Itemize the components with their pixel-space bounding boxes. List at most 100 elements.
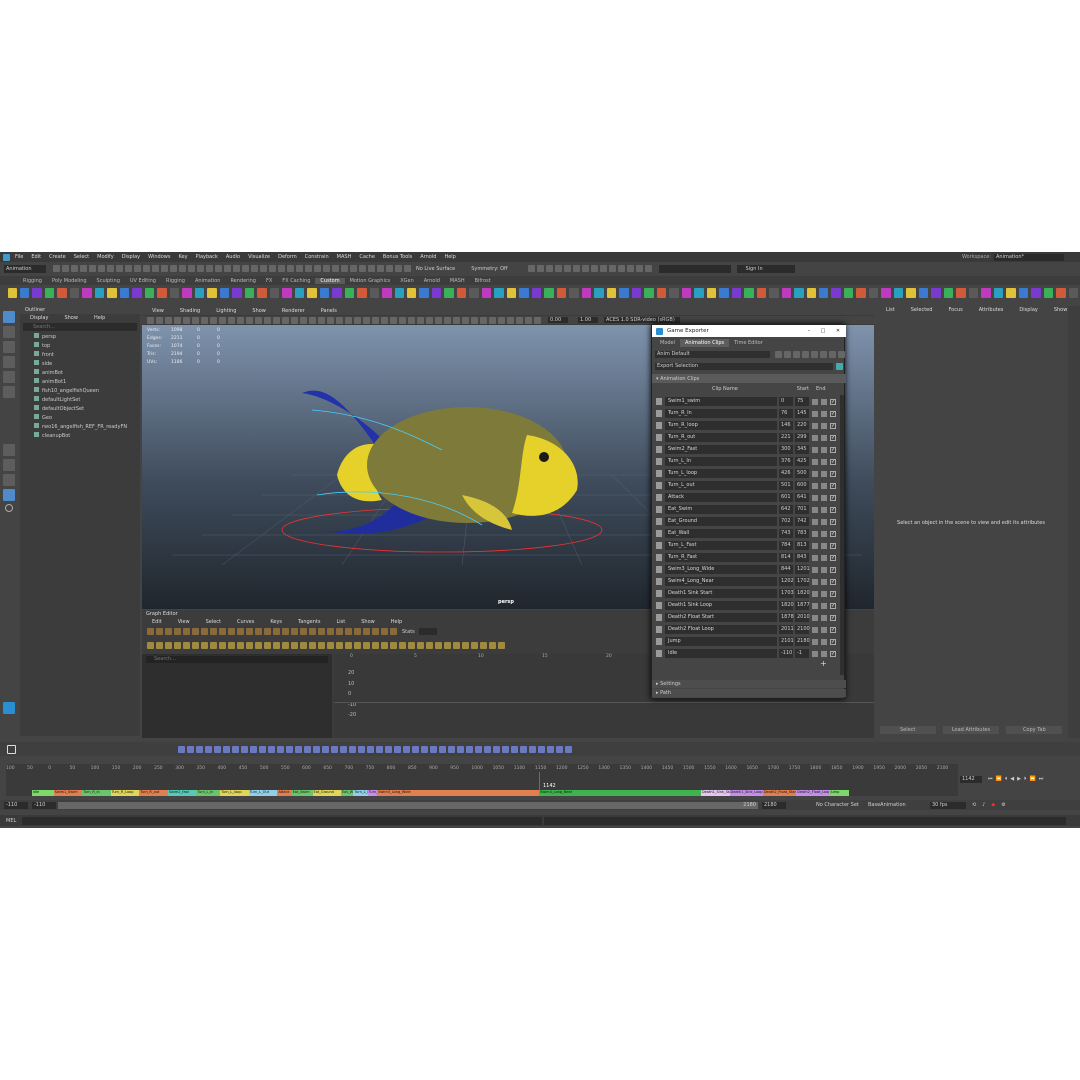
shelf-tab-arnold[interactable]: Arnold <box>419 278 445 284</box>
viewport-tool-icon[interactable] <box>489 316 496 324</box>
tool-icon[interactable] <box>116 265 123 272</box>
clip-delete-icon[interactable] <box>656 506 662 513</box>
shelf-tool-icon[interactable] <box>1068 288 1079 298</box>
viewport-tool-icon[interactable] <box>246 316 253 324</box>
character-set-select[interactable]: No Character Set <box>816 802 860 808</box>
clip-time-icon[interactable] <box>812 650 818 657</box>
shelf-tab-motion-graphics[interactable]: Motion Graphics <box>345 278 396 284</box>
ge-menu-show[interactable]: Show <box>357 618 379 626</box>
shelf-tool-icon[interactable] <box>207 288 217 298</box>
anim-tool-icon[interactable] <box>556 745 563 753</box>
clip-end-field[interactable]: 1702 <box>795 577 810 586</box>
shelf-tool-icon[interactable] <box>843 288 854 298</box>
lasso-tool-icon[interactable] <box>3 326 15 338</box>
menu-bonus-tools[interactable]: Bonus Tools <box>379 254 416 260</box>
shelf-tool-icon[interactable] <box>594 288 604 298</box>
shelf-tool-icon[interactable] <box>818 288 829 298</box>
menu-key[interactable]: Key <box>174 254 191 260</box>
outliner-item[interactable]: defaultObjectSet <box>20 405 140 414</box>
clip-name-field[interactable]: Jump <box>665 637 777 646</box>
shelf-tab-xgen[interactable]: XGen <box>395 278 419 284</box>
anim-tool-icon[interactable] <box>340 745 347 753</box>
clip-name-field[interactable]: Attack <box>665 493 777 502</box>
clip-name-field[interactable]: Turn_R_Fast <box>665 553 777 562</box>
anim-tool-icon[interactable] <box>349 745 356 753</box>
shelf-tool-icon[interactable] <box>394 288 404 298</box>
tangent-icon[interactable] <box>219 641 226 649</box>
tangent-icon[interactable] <box>165 641 172 649</box>
shelf-tool-icon[interactable] <box>431 288 442 298</box>
anim-tool-icon[interactable] <box>214 745 221 753</box>
clip-delete-icon[interactable] <box>656 398 662 405</box>
move-tool-icon[interactable] <box>3 356 15 368</box>
viewport-tool-icon[interactable] <box>363 316 370 324</box>
shelf-tool-icon[interactable] <box>918 288 929 298</box>
anim-tool-icon[interactable] <box>511 745 518 753</box>
clip-delete-icon[interactable] <box>656 410 662 417</box>
clip-start-field[interactable]: 1703 <box>779 589 794 598</box>
graph-tool-icon[interactable] <box>309 628 316 635</box>
tool-icon[interactable] <box>89 265 96 272</box>
tangent-icon[interactable] <box>336 641 343 649</box>
menu-arnold[interactable]: Arnold <box>416 254 440 260</box>
shelf-tool-icon[interactable] <box>419 288 429 298</box>
menu-select[interactable]: Select <box>70 254 93 260</box>
clip-time-icon[interactable] <box>812 530 818 537</box>
viewport-menu-lighting[interactable]: Lighting <box>212 307 240 315</box>
tool-icon[interactable] <box>359 265 366 272</box>
tool-icon[interactable] <box>287 265 294 272</box>
clip-end-field[interactable]: -1 <box>795 649 809 658</box>
workspace-select[interactable]: Animation* <box>994 253 1064 261</box>
four-pane-layout-icon[interactable] <box>3 459 15 471</box>
outliner-item[interactable]: animBot <box>20 369 140 378</box>
tool-icon[interactable] <box>260 265 267 272</box>
render-icon[interactable] <box>591 265 599 272</box>
graph-tool-icon[interactable] <box>246 628 253 635</box>
clip-play-icon[interactable] <box>821 506 827 513</box>
shelf-tool-icon[interactable] <box>956 288 966 298</box>
gx-tab-model[interactable]: Model <box>655 339 680 347</box>
clip-delete-icon[interactable] <box>656 518 662 525</box>
anim-tool-icon[interactable] <box>223 745 230 753</box>
viewport-tool-icon[interactable] <box>435 316 442 324</box>
graph-tool-icon[interactable] <box>219 628 226 635</box>
shelf-tool-icon[interactable] <box>357 288 367 298</box>
loop-icon[interactable]: ⟲ <box>972 802 976 808</box>
command-search-input[interactable] <box>659 264 732 273</box>
outliner-item[interactable]: front <box>20 351 140 360</box>
anim-tool-icon[interactable] <box>475 745 482 753</box>
shelf-tool-icon[interactable] <box>44 288 55 298</box>
viewport-tool-icon[interactable] <box>372 316 379 324</box>
clip-play-icon[interactable] <box>821 590 827 597</box>
audio-icon[interactable]: ♪ <box>982 802 985 808</box>
time-slider[interactable]: 100 50 0 50 100 150 200 250 300 350 400 450 500 550 60… <box>6 764 958 796</box>
clip-export-checkbox[interactable]: ✓ <box>830 626 836 633</box>
shelf-tool-icon[interactable] <box>1018 288 1029 298</box>
anim-tool-icon[interactable] <box>295 745 302 753</box>
tangent-icon[interactable] <box>264 641 271 649</box>
graph-tool-icon[interactable] <box>255 628 262 635</box>
shelf-tool-icon[interactable] <box>681 288 692 298</box>
shelf-tool-icon[interactable] <box>656 288 667 298</box>
timeline-clip-segment[interactable]: Turn_R_In <box>82 790 111 796</box>
clip-delete-icon[interactable] <box>656 530 662 537</box>
tool-icon[interactable] <box>206 265 213 272</box>
tool-icon[interactable] <box>107 265 114 272</box>
clip-row[interactable]: Eat_Ground 702 742 ✓ <box>652 516 842 527</box>
clip-end-field[interactable]: 2100 <box>795 625 810 634</box>
clip-export-checkbox[interactable]: ✓ <box>830 554 836 561</box>
clip-name-field[interactable]: Turn_L_out <box>665 481 777 490</box>
clip-row[interactable]: Eat_Wall 743 783 ✓ <box>652 528 842 539</box>
shelf-tool-icon[interactable] <box>294 288 305 298</box>
clip-time-icon[interactable] <box>812 434 818 441</box>
clip-time-icon[interactable] <box>812 554 818 561</box>
clip-name-field[interactable]: Turn_R_out <box>665 433 777 442</box>
menu-constrain[interactable]: Constrain <box>301 254 333 260</box>
viewport-tool-icon[interactable] <box>237 316 244 324</box>
shelf-tool-icon[interactable] <box>32 288 42 298</box>
viewport-tool-icon[interactable] <box>498 316 505 324</box>
anim-tool-icon[interactable] <box>367 745 374 753</box>
gx-section-header[interactable]: ▾ Animation Clips <box>652 374 846 383</box>
shelf-tool-icon[interactable] <box>744 288 754 298</box>
preferences-icon[interactable]: ⚙ <box>1001 802 1005 808</box>
